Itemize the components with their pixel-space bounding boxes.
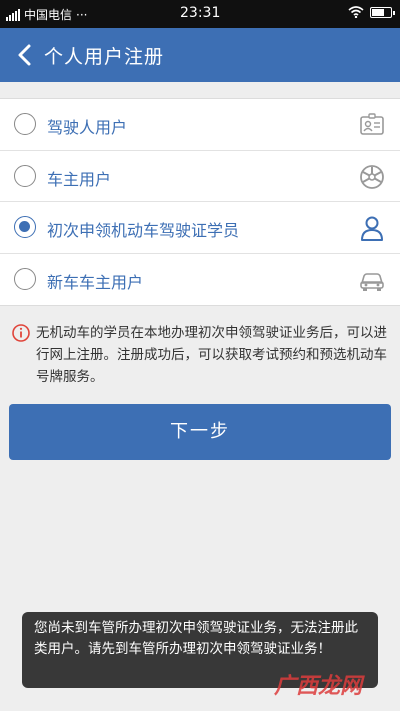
option-label: 新车车主用户 (47, 272, 144, 292)
signal-icon (6, 8, 20, 21)
registration-notice: 无机动车的学员在本地办理初次申领驾驶证业务后，可以进行网上注册。注册成功后，可以… (12, 322, 392, 388)
wifi-icon (348, 6, 364, 18)
option-label: 初次申领机动车驾驶证学员 (47, 221, 240, 240)
carrier-name: 中国电信 (24, 8, 73, 22)
battery-icon (370, 6, 395, 18)
status-left: 中国电信 ··· (6, 6, 87, 23)
next-step-button[interactable]: 下一步 (9, 404, 391, 460)
radio-button[interactable] (14, 113, 36, 135)
option-learner-driver[interactable]: 初次申领机动车驾驶证学员 (0, 202, 400, 254)
info-icon (12, 324, 30, 342)
option-label: 车主用户 (47, 169, 112, 189)
status-right (348, 6, 395, 18)
option-label: 驾驶人用户 (47, 118, 128, 137)
notice-text: 无机动车的学员在本地办理初次申领驾驶证业务后，可以进行网上注册。注册成功后，可以… (36, 325, 387, 385)
wheel-icon (360, 164, 384, 189)
back-arrow-icon[interactable] (12, 41, 40, 69)
option-driver-user[interactable]: 驾驶人用户 (0, 99, 400, 151)
page-title: 个人用户注册 (44, 46, 165, 68)
user-type-list: 驾驶人用户 车主用户 初次申领机动车驾驶证学员 新车车主用户 (0, 98, 400, 306)
more-icon: ··· (76, 7, 88, 22)
radio-button-selected[interactable] (14, 216, 36, 238)
title-bar: 个人用户注册 (0, 28, 400, 82)
option-vehicle-owner[interactable]: 车主用户 (0, 151, 400, 202)
car-icon (360, 272, 384, 291)
status-time: 23:31 (180, 5, 221, 21)
id-card-icon (360, 113, 384, 135)
radio-button[interactable] (14, 267, 36, 290)
person-icon (361, 216, 383, 241)
status-bar: 中国电信 ··· 23:31 (0, 0, 400, 28)
option-new-car-owner[interactable]: 新车车主用户 (0, 254, 400, 306)
radio-button[interactable] (14, 164, 36, 187)
watermark: 广西龙网 (274, 674, 363, 699)
